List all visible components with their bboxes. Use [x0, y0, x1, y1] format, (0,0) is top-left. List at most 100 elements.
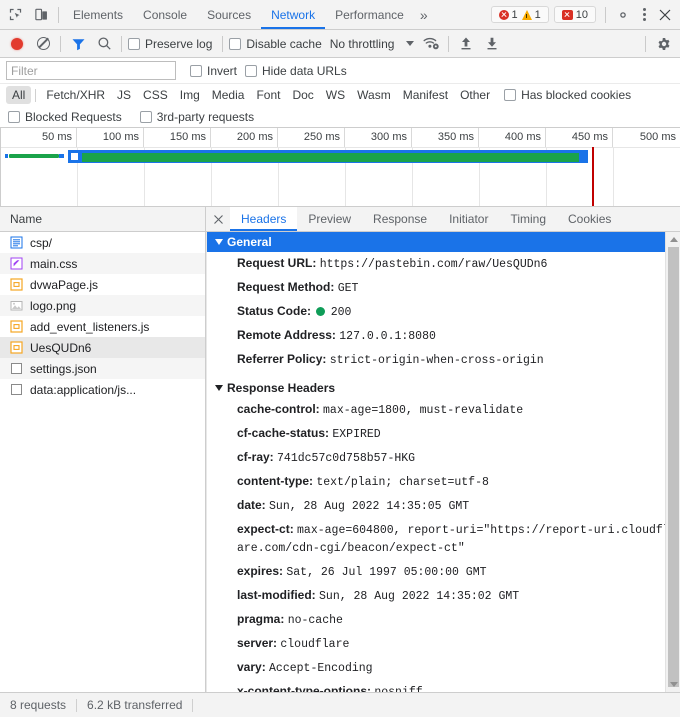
headers-scrollbar[interactable]	[665, 232, 680, 692]
request-row-uesqudn6[interactable]: UesQUDn6	[0, 337, 205, 358]
third-party-requests-checkbox[interactable]: 3rd-party requests	[139, 110, 254, 124]
overview-selection-left-handle[interactable]	[70, 152, 79, 161]
header-value: EXPIRED	[332, 428, 381, 441]
import-har-icon[interactable]	[453, 31, 479, 57]
preserve-log-box	[128, 37, 140, 50]
detail-tab-timing[interactable]: Timing	[499, 207, 557, 231]
type-filter-other[interactable]: Other	[454, 86, 496, 104]
request-row-main-css[interactable]: main.css	[0, 253, 205, 274]
section-general-header[interactable]: General	[207, 232, 680, 252]
main-tab-network[interactable]: Network	[261, 0, 326, 29]
type-filter-js[interactable]: JS	[111, 86, 137, 104]
response-header-x-content-type-options: x-content-type-options: nosniff	[207, 680, 680, 692]
clear-button[interactable]	[30, 31, 56, 57]
scrollbar-up-arrow[interactable]	[666, 232, 680, 247]
search-icon[interactable]	[91, 31, 117, 57]
gear-icon[interactable]	[650, 31, 676, 57]
overview-load-marker	[592, 147, 594, 206]
script-icon	[10, 278, 23, 291]
type-filter-font[interactable]: Font	[250, 86, 286, 104]
export-har-icon[interactable]	[479, 31, 505, 57]
request-row-dvwapage-js[interactable]: dvwaPage.js	[0, 274, 205, 295]
request-list[interactable]: csp/ main.css dvwaPage.js logo.png add_e…	[0, 232, 205, 692]
type-filter-wasm[interactable]: Wasm	[351, 86, 397, 104]
request-row-add-event-listeners-js[interactable]: add_event_listeners.js	[0, 316, 205, 337]
inspect-element-icon[interactable]	[2, 2, 28, 28]
response-header-cf-cache-status: cf-cache-status: EXPIRED	[207, 422, 680, 446]
detail-tab-preview[interactable]: Preview	[297, 207, 362, 231]
type-filter-ws[interactable]: WS	[320, 86, 351, 104]
detail-tab-headers[interactable]: Headers	[230, 207, 298, 231]
type-filter-img[interactable]: Img	[174, 86, 206, 104]
throttling-dropdown[interactable]: No throttling	[330, 37, 415, 51]
close-icon[interactable]	[652, 2, 678, 28]
request-name: main.css	[30, 256, 78, 271]
header-value: max-age=1800, must-revalidate	[323, 404, 524, 417]
error-warning-counter[interactable]: 1 1	[490, 6, 549, 23]
detail-tab-initiator[interactable]: Initiator	[438, 207, 499, 231]
overview-tick-300ms: 300 ms	[345, 128, 412, 147]
type-filter-doc[interactable]: Doc	[286, 86, 319, 104]
section-response-headers-header[interactable]: Response Headers	[207, 378, 680, 398]
has-blocked-cookies-checkbox[interactable]: Has blocked cookies	[504, 88, 631, 102]
response-header-expires: expires: Sat, 26 Jul 1997 05:00:00 GMT	[207, 560, 680, 584]
record-button[interactable]	[4, 31, 30, 57]
kebab-menu-icon[interactable]	[636, 5, 652, 25]
blocked-requests-checkbox[interactable]: Blocked Requests	[8, 110, 122, 124]
overview-tick-200ms: 200 ms	[211, 128, 278, 147]
response-header-vary: vary: Accept-Encoding	[207, 656, 680, 680]
detail-tab-cookies[interactable]: Cookies	[557, 207, 622, 231]
main-tab-console[interactable]: Console	[133, 0, 197, 29]
request-row-data-application-js[interactable]: data:application/js...	[0, 379, 205, 400]
net-toolbar-divider	[60, 35, 61, 52]
device-toolbar-icon[interactable]	[28, 2, 54, 28]
scrollbar-thumb[interactable]	[668, 247, 679, 687]
type-filter-css[interactable]: CSS	[137, 86, 174, 104]
detail-tabbar: Headers Preview Response Initiator Timin…	[206, 207, 680, 232]
issues-counter[interactable]: 10	[553, 6, 596, 23]
request-name: data:application/js...	[30, 382, 137, 397]
general-remote-address: Remote Address: 127.0.0.1:8080	[207, 324, 680, 348]
overview-ruler: 50 ms 100 ms 150 ms 200 ms 250 ms 300 ms…	[0, 128, 680, 148]
general-request-method-key: Request Method:	[237, 280, 335, 294]
transferred-size: 6.2 kB transferred	[87, 698, 183, 712]
issue-counters: 1 1 10	[490, 6, 602, 23]
network-toolbar: Preserve log Disable cache No throttling	[0, 30, 680, 58]
filter-input[interactable]	[6, 61, 176, 80]
wifi-settings-icon[interactable]	[418, 31, 444, 57]
chevron-down-icon	[215, 385, 223, 391]
main-tab-sources[interactable]: Sources	[197, 0, 261, 29]
general-referrer-policy-value: strict-origin-when-cross-origin	[329, 354, 544, 367]
invert-checkbox[interactable]: Invert	[190, 64, 237, 78]
request-row-csp[interactable]: csp/	[0, 232, 205, 253]
type-filter-media[interactable]: Media	[206, 86, 251, 104]
net-toolbar-divider-4	[448, 35, 450, 52]
type-filter-fetch-xhr[interactable]: Fetch/XHR	[40, 86, 111, 104]
overview-selection-window[interactable]	[68, 150, 588, 163]
header-key: last-modified:	[237, 588, 316, 602]
main-tab-performance[interactable]: Performance	[325, 0, 414, 29]
request-list-header[interactable]: Name	[0, 207, 205, 232]
header-key: expires:	[237, 564, 284, 578]
preserve-log-checkbox[interactable]: Preserve log	[128, 37, 212, 51]
request-row-settings-json[interactable]: settings.json	[0, 358, 205, 379]
script-icon	[10, 320, 23, 333]
request-name: add_event_listeners.js	[30, 319, 150, 334]
filter-funnel-icon[interactable]	[65, 31, 91, 57]
main-tab-elements[interactable]: Elements	[63, 0, 133, 29]
scrollbar-down-arrow[interactable]	[666, 677, 680, 692]
request-row-logo-png[interactable]: logo.png	[0, 295, 205, 316]
headers-content[interactable]: General Request URL: https://pastebin.co…	[206, 232, 680, 692]
more-tabs-icon[interactable]: »	[414, 7, 434, 23]
network-overview-timeline[interactable]: 50 ms 100 ms 150 ms 200 ms 250 ms 300 ms…	[0, 128, 680, 207]
type-filter-manifest[interactable]: Manifest	[397, 86, 454, 104]
gear-icon[interactable]	[610, 2, 636, 28]
general-status-code-value: 200	[330, 306, 352, 319]
general-status-code-key: Status Code:	[237, 304, 312, 318]
general-request-method: Request Method: GET	[207, 276, 680, 300]
close-icon[interactable]	[206, 207, 230, 231]
hide-data-urls-checkbox[interactable]: Hide data URLs	[245, 64, 347, 78]
type-filter-all[interactable]: All	[6, 86, 32, 104]
detail-tab-response[interactable]: Response	[362, 207, 438, 231]
disable-cache-checkbox[interactable]: Disable cache	[229, 37, 322, 51]
